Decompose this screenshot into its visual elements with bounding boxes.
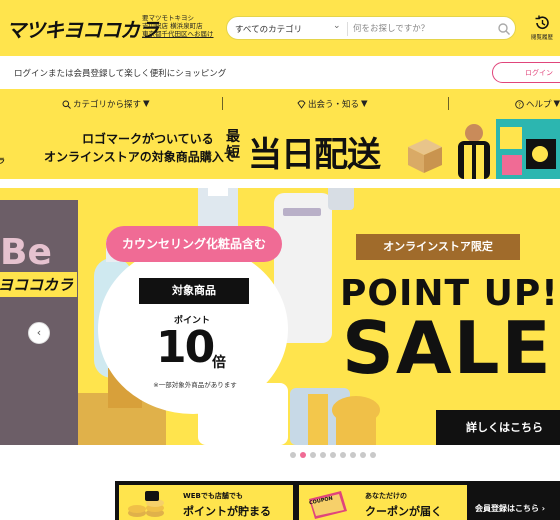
carousel-dot[interactable] bbox=[300, 452, 306, 458]
hero-carousel[interactable]: Be ヨココカラ カウンセリング化粧品含む 対象商品 ポイント 10 倍 ※一部… bbox=[0, 188, 560, 445]
nav-label: ヘルプ bbox=[526, 100, 552, 110]
carousel-dot[interactable] bbox=[320, 452, 326, 458]
svg-text:?: ? bbox=[518, 102, 521, 108]
site-logo[interactable]: マツキヨココカラ bbox=[6, 14, 159, 43]
delivery-address[interactable]: 東京都千代田区へお届け bbox=[142, 30, 214, 38]
previous-slide-text: Be bbox=[0, 232, 52, 273]
promo-card-points: WEBでも店舗でも ポイントが貯まる bbox=[119, 485, 293, 520]
carousel-dot[interactable] bbox=[290, 452, 296, 458]
details-link[interactable]: 詳しくはこちら bbox=[436, 410, 560, 445]
exclusion-note: ※一部対象外商品があります bbox=[153, 381, 237, 389]
caret-down-icon: ▼ bbox=[143, 99, 150, 109]
carousel-dot[interactable] bbox=[370, 452, 376, 458]
history-button[interactable]: 閲覧履歴 bbox=[528, 14, 556, 41]
search-divider bbox=[347, 22, 348, 36]
help-icon: ? bbox=[515, 99, 524, 109]
login-button[interactable]: ログイン bbox=[492, 62, 560, 83]
nav-label: カテゴリから探す bbox=[73, 100, 142, 110]
caret-down-icon: ▼ bbox=[553, 99, 560, 109]
nav-divider bbox=[222, 97, 223, 110]
search-bar: すべてのカテゴリ ⌄ bbox=[226, 16, 516, 40]
previous-slide-logo: ヨココカラ bbox=[0, 272, 78, 297]
history-label: 閲覧履歴 bbox=[530, 35, 553, 41]
chevron-down-icon: ⌄ bbox=[333, 21, 341, 31]
header: マツキヨココカラ 要マツモトキヨシ 吉川駅店 横浜泉町店 東京都千代田区へお届け… bbox=[0, 0, 560, 56]
promo-card-points-title: ポイントが貯まる bbox=[183, 505, 271, 518]
caret-down-icon: ▼ bbox=[361, 99, 368, 109]
store-line-2: 吉川駅店 横浜泉町店 bbox=[142, 22, 203, 30]
banner-line-2: オンラインストアの対象商品購入で bbox=[44, 150, 236, 164]
diamond-icon bbox=[297, 100, 306, 109]
store-info[interactable]: 要マツモトキヨシ 吉川駅店 横浜泉町店 東京都千代田区へお届け bbox=[142, 14, 214, 38]
banner-line-1: ロゴマークがついている bbox=[82, 132, 214, 146]
target-products-label: 対象商品 bbox=[139, 278, 249, 304]
store-line-1: 要マツモトキヨシ bbox=[142, 14, 194, 22]
banner-edge-text: ラ bbox=[0, 157, 5, 165]
counseling-cosmetics-tag: カウンセリング化粧品含む bbox=[106, 226, 282, 262]
search-icon bbox=[62, 100, 71, 109]
carousel-dot[interactable] bbox=[310, 452, 316, 458]
nav-divider bbox=[448, 97, 449, 110]
membership-promo[interactable]: WEBでも店舗でも ポイントが貯まる COUPON あなただけの クーポンが届く… bbox=[115, 481, 560, 520]
search-icon[interactable] bbox=[497, 22, 511, 36]
register-link[interactable]: 会員登録はこちら › bbox=[475, 503, 545, 514]
nav-item-help[interactable]: ? ヘルプ ▼ bbox=[515, 98, 560, 110]
promo-card-coupon: COUPON あなただけの クーポンが届く bbox=[299, 485, 467, 520]
point-multiplier: 10 bbox=[156, 322, 215, 373]
carousel-dot[interactable] bbox=[340, 452, 346, 458]
sale-heading: SALE bbox=[342, 306, 553, 390]
delivery-person-illustration bbox=[458, 119, 560, 179]
nav-item-discover[interactable]: 出会う・知る ▼ bbox=[297, 98, 368, 110]
login-prompt: ログインまたは会員登録して楽しく便利にショッピング bbox=[14, 69, 227, 79]
banner-fastest: 最短 bbox=[226, 129, 240, 161]
banner-same-day: 当日配送 bbox=[248, 135, 381, 175]
carousel-dot[interactable] bbox=[350, 452, 356, 458]
history-icon bbox=[535, 15, 549, 29]
promo-card-coupon-sub: あなただけの bbox=[365, 492, 407, 500]
search-input[interactable] bbox=[353, 20, 493, 38]
coins-icon bbox=[128, 491, 164, 517]
nav-item-categories[interactable]: カテゴリから探す ▼ bbox=[62, 98, 150, 110]
online-store-only-tag: オンラインストア限定 bbox=[356, 234, 520, 260]
main-nav: カテゴリから探す ▼ 出会う・知る ▼ ? ヘルプ ▼ bbox=[0, 89, 560, 119]
login-bar: ログインまたは会員登録して楽しく便利にショッピング ログイン bbox=[0, 56, 560, 89]
promo-card-points-sub: WEBでも店舗でも bbox=[183, 492, 243, 500]
delivery-box-icon bbox=[408, 139, 442, 173]
carousel-dot[interactable] bbox=[360, 452, 366, 458]
carousel-dot[interactable] bbox=[330, 452, 336, 458]
category-select[interactable]: すべてのカテゴリ bbox=[235, 23, 302, 35]
nav-label: 出会う・知る bbox=[308, 100, 360, 110]
point-multiplier-unit: 倍 bbox=[212, 355, 226, 371]
carousel-indicators bbox=[290, 452, 376, 458]
same-day-delivery-banner[interactable]: ラ ロゴマークがついている オンラインストアの対象商品購入で 最短 当日配送 bbox=[0, 119, 560, 179]
promo-card-coupon-title: クーポンが届く bbox=[365, 505, 442, 518]
carousel-prev-button[interactable]: ‹ bbox=[28, 322, 50, 344]
